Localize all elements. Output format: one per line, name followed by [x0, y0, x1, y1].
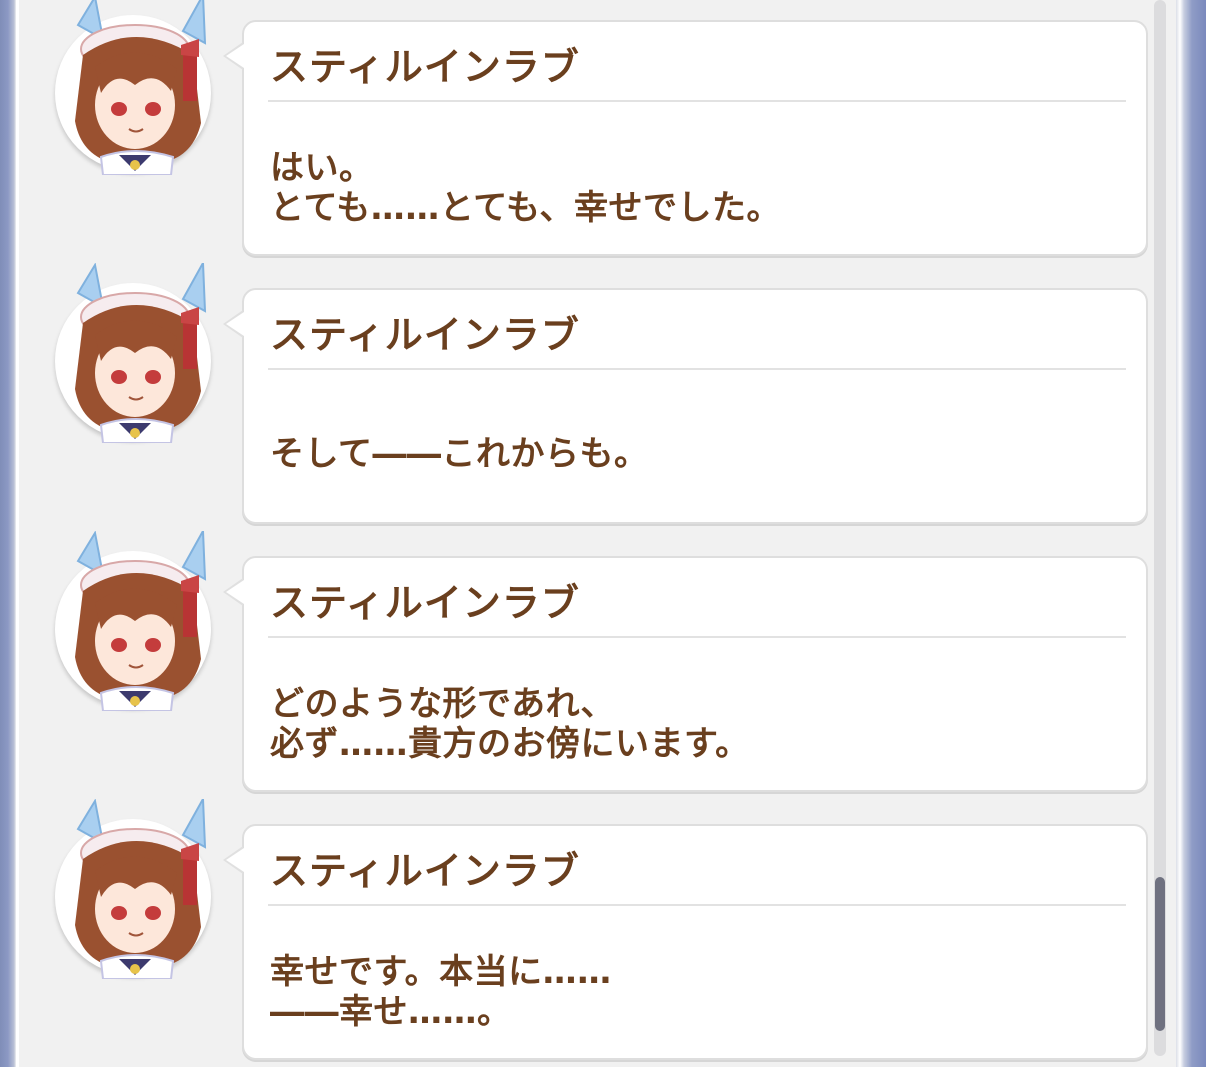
portrait-graphic — [75, 799, 207, 979]
bubble-tail — [226, 312, 244, 336]
dialogue-bubble: スティルインラブ はい。 とても……とても、幸せでした。 — [223, 20, 1148, 256]
dialogue-line: 必ず……貴方のお傍にいます。 — [270, 724, 750, 764]
bubble-tail — [226, 44, 244, 68]
dialogue-text: はい。 とても……とても、幸せでした。 — [270, 148, 1110, 228]
dialogue-entry: スティルインラブ どのような形であれ、 必ず……貴方のお傍にいます。 — [0, 531, 1160, 792]
character-portrait-icon — [55, 263, 211, 443]
dialogue-line: とても……とても、幸せでした。 — [270, 188, 782, 228]
speaker-name: スティルインラブ — [270, 849, 580, 893]
portrait-graphic — [75, 263, 207, 443]
portrait-graphic — [75, 0, 207, 175]
dialogue-bubble: スティルインラブ そして――これからも。 — [223, 288, 1148, 524]
dialogue-line: ――幸せ……。 — [270, 992, 512, 1032]
bubble-tail — [226, 580, 244, 604]
dialogue-line: そして――これからも。 — [270, 434, 649, 474]
dialogue-bubble: スティルインラブ 幸せです。本当に…… ――幸せ……。 — [223, 824, 1148, 1060]
dialogue-line: 幸せです。本当に…… — [270, 952, 612, 992]
speaker-name: スティルインラブ — [270, 313, 580, 357]
speaker-name: スティルインラブ — [270, 45, 580, 89]
window-edge — [1176, 0, 1206, 1067]
character-portrait-icon — [55, 0, 211, 175]
scrollbar-thumb[interactable] — [1155, 877, 1165, 1031]
character-portrait-icon — [55, 531, 211, 711]
speaker-name: スティルインラブ — [270, 581, 580, 625]
dialogue-line: どのような形であれ、 — [270, 684, 615, 724]
character-portrait-icon — [55, 799, 211, 979]
dialogue-entry: スティルインラブ そして――これからも。 — [0, 263, 1160, 524]
bubble-tail — [226, 848, 244, 872]
divider — [268, 100, 1126, 102]
divider — [268, 904, 1126, 906]
dialogue-text: 幸せです。本当に…… ――幸せ……。 — [270, 952, 1110, 1032]
divider — [268, 368, 1126, 370]
dialogue-bubble: スティルインラブ どのような形であれ、 必ず……貴方のお傍にいます。 — [223, 556, 1148, 792]
portrait-graphic — [75, 531, 207, 711]
dialogue-entry: スティルインラブ はい。 とても……とても、幸せでした。 — [0, 0, 1160, 256]
dialogue-text: そして――これからも。 — [270, 434, 1110, 474]
dialogue-entry: スティルインラブ 幸せです。本当に…… ――幸せ……。 — [0, 799, 1160, 1060]
dialogue-line: はい。 — [270, 148, 374, 188]
dialogue-text: どのような形であれ、 必ず……貴方のお傍にいます。 — [270, 684, 1110, 764]
divider — [268, 636, 1126, 638]
